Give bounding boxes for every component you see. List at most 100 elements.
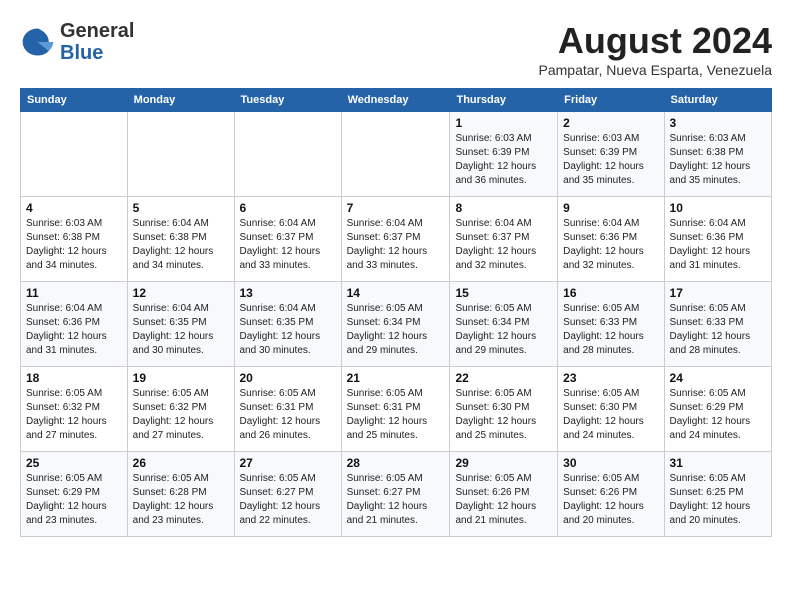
weekday-header: Tuesday [234,89,341,112]
logo: General Blue [20,20,134,64]
calendar-cell: 4 Sunrise: 6:03 AM Sunset: 6:38 PM Daylig… [21,197,128,282]
day-info: Sunrise: 6:03 AM Sunset: 6:39 PM Dayligh… [563,132,658,188]
calendar-cell: 23Sunrise: 6:05 AM Sunset: 6:30 PM Dayli… [558,367,664,452]
weekday-header: Sunday [21,89,128,112]
logo-icon [20,24,56,60]
calendar-cell: 13 Sunrise: 6:04 AM Sunset: 6:35 PM Dayli… [234,282,341,367]
calendar-cell: 21 Sunrise: 6:05 AM Sunset: 6:31 PM Dayli… [341,367,450,452]
day-number: 30 [563,456,658,470]
day-info: Sunrise: 6:04 AM Sunset: 6:36 PM Dayligh… [670,217,766,273]
day-number: 3 [670,116,766,130]
day-info: Sunrise: 6:04 AM Sunset: 6:35 PM Dayligh… [133,302,229,358]
calendar-cell: 17 Sunrise: 6:05 AM Sunset: 6:33 PM Dayli… [664,282,771,367]
calendar-cell: 5Sunrise: 6:04 AM Sunset: 6:38 PM Daylig… [127,197,234,282]
day-info: Sunrise: 6:05 AM Sunset: 6:32 PM Dayligh… [133,387,229,443]
day-number: 27 [240,456,336,470]
calendar-cell: 30 Sunrise: 6:05 AM Sunset: 6:26 PM Dayli… [558,452,664,537]
calendar-cell: 11 Sunrise: 6:04 AM Sunset: 6:36 PM Dayli… [21,282,128,367]
day-info: Sunrise: 6:05 AM Sunset: 6:26 PM Dayligh… [563,472,658,528]
day-number: 9 [563,201,658,215]
day-info: Sunrise: 6:05 AM Sunset: 6:29 PM Dayligh… [670,387,766,443]
day-info: Sunrise: 6:05 AM Sunset: 6:25 PM Dayligh… [670,472,766,528]
day-info: Sunrise: 6:05 AM Sunset: 6:29 PM Dayligh… [26,472,122,528]
logo-text: General Blue [60,20,134,64]
day-info: Sunrise: 6:05 AM Sunset: 6:31 PM Dayligh… [347,387,445,443]
logo-blue: Blue [60,42,134,64]
day-number: 15 [455,286,552,300]
day-number: 22 [455,371,552,385]
day-info: Sunrise: 6:03 AM Sunset: 6:39 PM Dayligh… [455,132,552,188]
calendar-cell: 7 Sunrise: 6:04 AM Sunset: 6:37 PM Daylig… [341,197,450,282]
month-title: August 2024 [539,20,772,62]
location: Pampatar, Nueva Esparta, Venezuela [539,62,772,78]
weekday-header-row: SundayMondayTuesdayWednesdayThursdayFrid… [21,89,772,112]
calendar-cell: 18Sunrise: 6:05 AM Sunset: 6:32 PM Dayli… [21,367,128,452]
calendar-cell: 26 Sunrise: 6:05 AM Sunset: 6:28 PM Dayli… [127,452,234,537]
day-number: 10 [670,201,766,215]
day-info: Sunrise: 6:05 AM Sunset: 6:30 PM Dayligh… [455,387,552,443]
day-number: 17 [670,286,766,300]
day-number: 11 [26,286,122,300]
day-number: 8 [455,201,552,215]
day-number: 24 [670,371,766,385]
day-info: Sunrise: 6:04 AM Sunset: 6:35 PM Dayligh… [240,302,336,358]
calendar-cell: 2Sunrise: 6:03 AM Sunset: 6:39 PM Daylig… [558,112,664,197]
calendar-week-row: 18Sunrise: 6:05 AM Sunset: 6:32 PM Dayli… [21,367,772,452]
day-number: 7 [347,201,445,215]
calendar-cell: 8Sunrise: 6:04 AM Sunset: 6:37 PM Daylig… [450,197,558,282]
day-number: 4 [26,201,122,215]
day-number: 6 [240,201,336,215]
day-info: Sunrise: 6:05 AM Sunset: 6:34 PM Dayligh… [455,302,552,358]
calendar-cell: 19 Sunrise: 6:05 AM Sunset: 6:32 PM Dayli… [127,367,234,452]
calendar-cell: 1 Sunrise: 6:03 AM Sunset: 6:39 PM Daylig… [450,112,558,197]
calendar-cell [341,112,450,197]
day-info: Sunrise: 6:04 AM Sunset: 6:36 PM Dayligh… [563,217,658,273]
day-number: 5 [133,201,229,215]
weekday-header: Thursday [450,89,558,112]
day-info: Sunrise: 6:05 AM Sunset: 6:34 PM Dayligh… [347,302,445,358]
day-info: Sunrise: 6:05 AM Sunset: 6:32 PM Dayligh… [26,387,122,443]
weekday-header: Wednesday [341,89,450,112]
day-number: 25 [26,456,122,470]
calendar-cell: 16Sunrise: 6:05 AM Sunset: 6:33 PM Dayli… [558,282,664,367]
day-number: 14 [347,286,445,300]
calendar-table: SundayMondayTuesdayWednesdayThursdayFrid… [20,88,772,537]
calendar-cell: 3Sunrise: 6:03 AM Sunset: 6:38 PM Daylig… [664,112,771,197]
calendar-week-row: 25 Sunrise: 6:05 AM Sunset: 6:29 PM Dayli… [21,452,772,537]
calendar-cell: 6 Sunrise: 6:04 AM Sunset: 6:37 PM Daylig… [234,197,341,282]
calendar-cell: 9 Sunrise: 6:04 AM Sunset: 6:36 PM Daylig… [558,197,664,282]
calendar-cell [21,112,128,197]
day-number: 20 [240,371,336,385]
day-number: 28 [347,456,445,470]
day-number: 16 [563,286,658,300]
calendar-cell: 24 Sunrise: 6:05 AM Sunset: 6:29 PM Dayli… [664,367,771,452]
calendar-cell [234,112,341,197]
calendar-cell: 20Sunrise: 6:05 AM Sunset: 6:31 PM Dayli… [234,367,341,452]
day-number: 19 [133,371,229,385]
weekday-header: Friday [558,89,664,112]
day-number: 31 [670,456,766,470]
logo-general: General [60,20,134,42]
day-info: Sunrise: 6:03 AM Sunset: 6:38 PM Dayligh… [26,217,122,273]
day-info: Sunrise: 6:04 AM Sunset: 6:36 PM Dayligh… [26,302,122,358]
day-number: 23 [563,371,658,385]
calendar-week-row: 1 Sunrise: 6:03 AM Sunset: 6:39 PM Daylig… [21,112,772,197]
calendar-cell: 31 Sunrise: 6:05 AM Sunset: 6:25 PM Dayli… [664,452,771,537]
day-number: 21 [347,371,445,385]
day-number: 26 [133,456,229,470]
calendar-cell [127,112,234,197]
day-number: 1 [455,116,552,130]
calendar-cell: 28Sunrise: 6:05 AM Sunset: 6:27 PM Dayli… [341,452,450,537]
calendar-cell: 10 Sunrise: 6:04 AM Sunset: 6:36 PM Dayli… [664,197,771,282]
day-info: Sunrise: 6:04 AM Sunset: 6:37 PM Dayligh… [347,217,445,273]
day-info: Sunrise: 6:04 AM Sunset: 6:37 PM Dayligh… [240,217,336,273]
day-number: 12 [133,286,229,300]
calendar-cell: 29Sunrise: 6:05 AM Sunset: 6:26 PM Dayli… [450,452,558,537]
day-number: 13 [240,286,336,300]
calendar-cell: 27Sunrise: 6:05 AM Sunset: 6:27 PM Dayli… [234,452,341,537]
day-info: Sunrise: 6:05 AM Sunset: 6:26 PM Dayligh… [455,472,552,528]
day-info: Sunrise: 6:05 AM Sunset: 6:28 PM Dayligh… [133,472,229,528]
day-info: Sunrise: 6:05 AM Sunset: 6:33 PM Dayligh… [670,302,766,358]
calendar-cell: 12 Sunrise: 6:04 AM Sunset: 6:35 PM Dayli… [127,282,234,367]
weekday-header: Monday [127,89,234,112]
